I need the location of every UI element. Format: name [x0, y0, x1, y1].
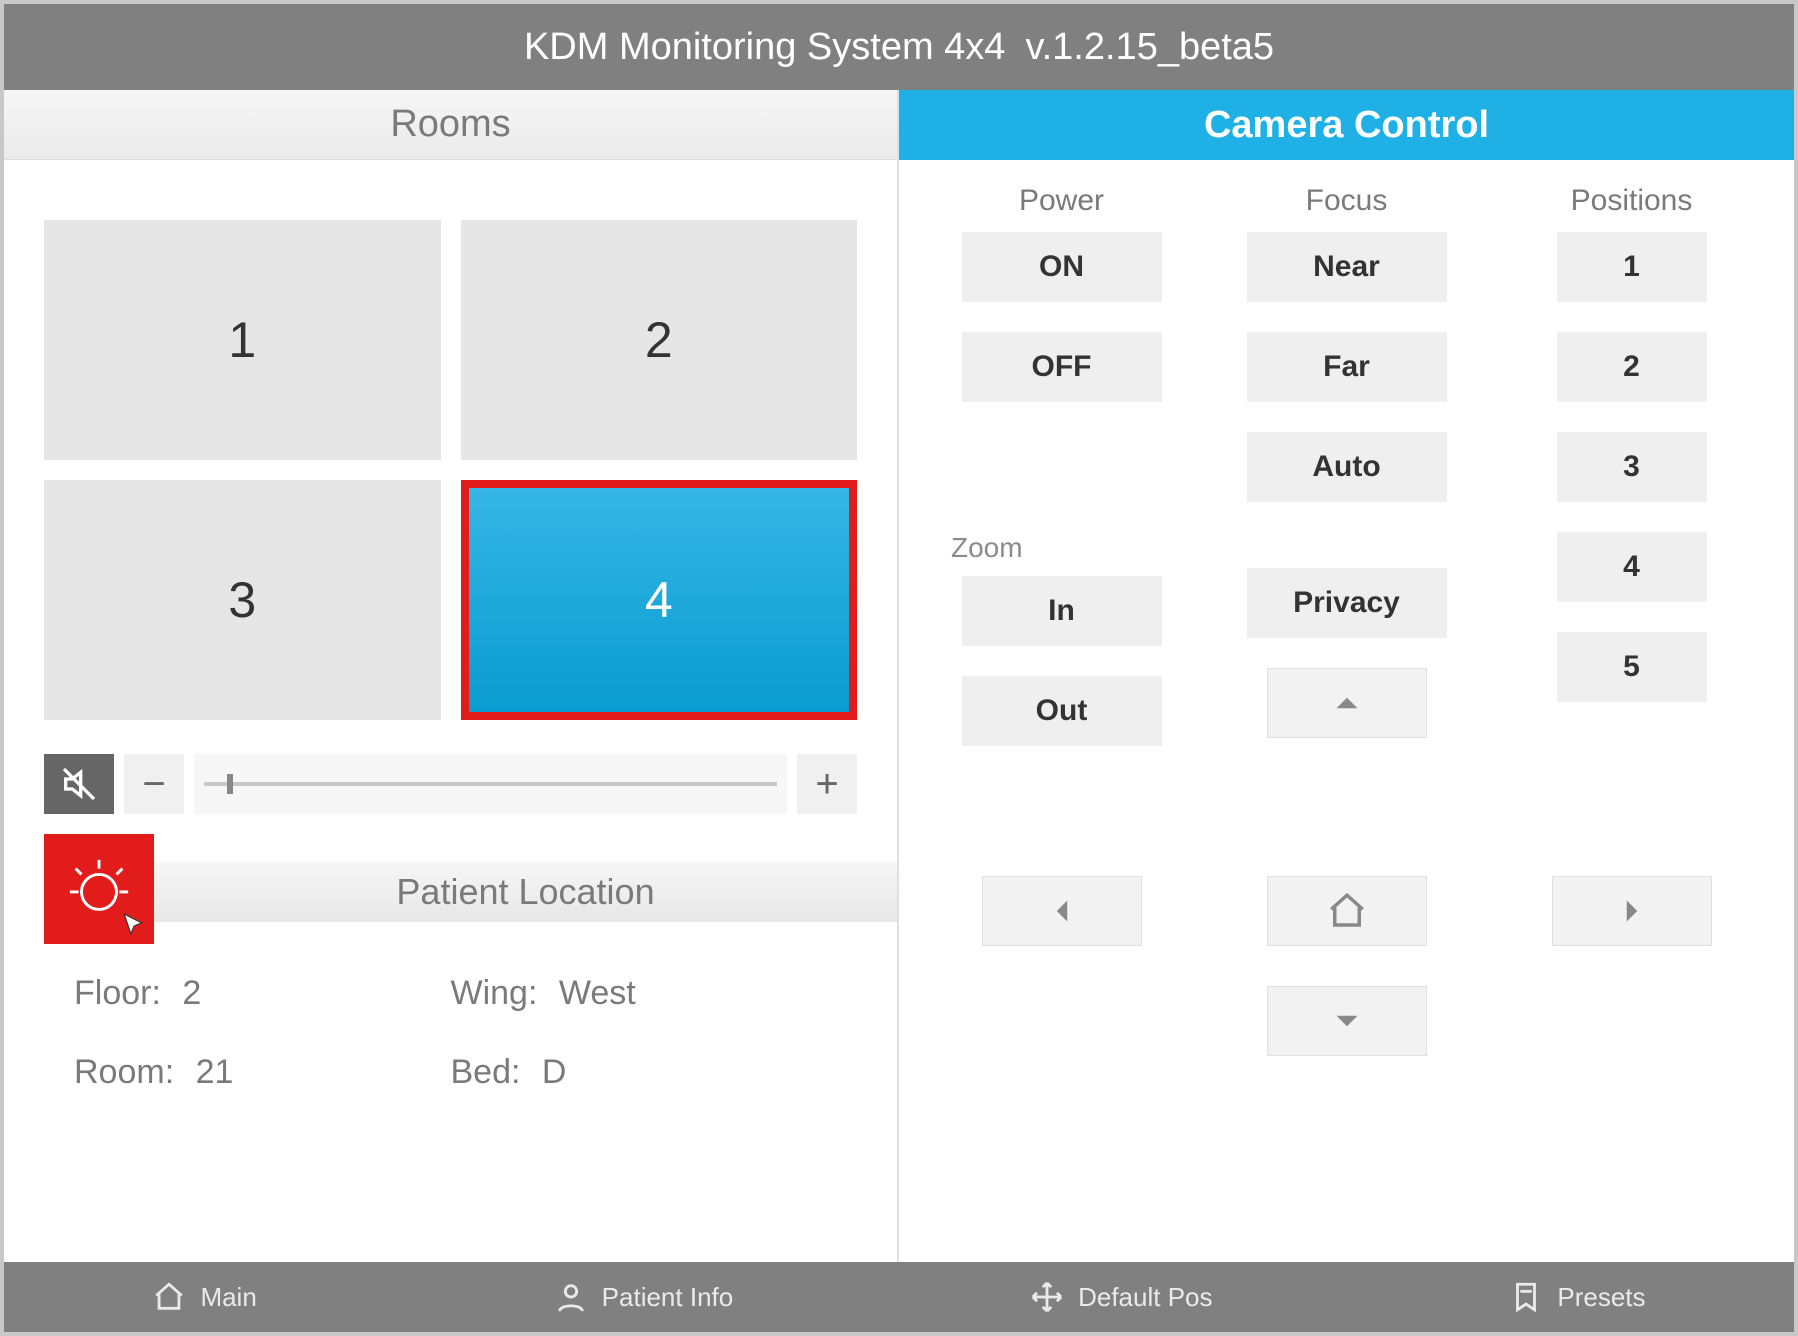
power-column: Power ON OFF Zoom In Out — [939, 184, 1184, 776]
app-version: v.1.2.15_beta5 — [1025, 26, 1274, 69]
bed-value: D — [542, 1053, 567, 1091]
camera-dpad — [939, 766, 1754, 1066]
power-title: Power — [1019, 184, 1104, 218]
room-button-4[interactable]: 4 — [461, 480, 858, 720]
speaker-muted-icon — [59, 764, 99, 804]
title-bar: KDM Monitoring System 4x4 v.1.2.15_beta5 — [4, 4, 1794, 90]
wing-field: Wing: West — [451, 974, 828, 1013]
room-label: Room: — [74, 1053, 174, 1091]
rooms-header: Rooms — [4, 90, 897, 160]
minus-icon: − — [142, 762, 165, 807]
patient-location-title: Patient Location — [154, 862, 897, 922]
nav-default-pos[interactable]: Default Pos — [1030, 1280, 1212, 1314]
bottom-nav: Main Patient Info Default Pos Presets — [4, 1262, 1794, 1332]
room-label: 2 — [645, 311, 673, 369]
camera-control-panel: Camera Control Power ON OFF Zoom In Out … — [899, 90, 1794, 1262]
alert-button[interactable] — [44, 834, 154, 944]
pan-left-button[interactable] — [982, 876, 1142, 946]
privacy-button[interactable]: Privacy — [1247, 568, 1447, 638]
power-on-button[interactable]: ON — [962, 232, 1162, 302]
position-1-button[interactable]: 1 — [1557, 232, 1707, 302]
nav-presets-label: Presets — [1557, 1282, 1645, 1313]
move-icon — [1030, 1280, 1064, 1314]
app-title: KDM Monitoring System 4x4 — [524, 26, 1006, 69]
room-label: 4 — [645, 571, 673, 629]
positions-title: Positions — [1571, 184, 1693, 218]
patient-location-header-row: Patient Location — [4, 834, 897, 944]
volume-row: − + — [4, 740, 897, 828]
nav-default-pos-label: Default Pos — [1078, 1282, 1212, 1313]
position-5-button[interactable]: 5 — [1557, 632, 1707, 702]
home-icon — [152, 1280, 186, 1314]
room-button-2[interactable]: 2 — [461, 220, 858, 460]
cursor-icon — [120, 912, 146, 938]
floor-label: Floor: — [74, 974, 161, 1012]
zoom-in-button[interactable]: In — [962, 576, 1162, 646]
volume-down-button[interactable]: − — [124, 754, 184, 814]
zoom-out-button[interactable]: Out — [962, 676, 1162, 746]
nav-patient-info-label: Patient Info — [602, 1282, 734, 1313]
room-button-1[interactable]: 1 — [44, 220, 441, 460]
nav-presets[interactable]: Presets — [1509, 1280, 1645, 1314]
room-label: 3 — [228, 571, 256, 629]
position-2-button[interactable]: 2 — [1557, 332, 1707, 402]
nav-patient-info[interactable]: Patient Info — [554, 1280, 734, 1314]
volume-thumb[interactable] — [227, 774, 233, 794]
position-4-button[interactable]: 4 — [1557, 532, 1707, 602]
volume-track — [204, 782, 777, 786]
app-frame: KDM Monitoring System 4x4 v.1.2.15_beta5… — [0, 0, 1798, 1336]
positions-column: Positions 1 2 3 4 5 — [1509, 184, 1754, 776]
home-icon — [1326, 890, 1368, 932]
zoom-label: Zoom — [951, 532, 1023, 564]
wing-label: Wing: — [451, 974, 538, 1012]
mute-button[interactable] — [44, 754, 114, 814]
power-off-button[interactable]: OFF — [962, 332, 1162, 402]
pan-down-button[interactable] — [1267, 986, 1427, 1056]
focus-title: Focus — [1306, 184, 1388, 218]
nav-main-label: Main — [200, 1282, 256, 1313]
person-icon — [554, 1280, 588, 1314]
home-position-button[interactable] — [1267, 876, 1427, 946]
bed-label: Bed: — [451, 1053, 521, 1091]
bed-field: Bed: D — [451, 1053, 828, 1092]
camera-control-body: Power ON OFF Zoom In Out Focus Near Far … — [899, 160, 1794, 1090]
chevron-up-icon — [1326, 682, 1368, 724]
nav-main[interactable]: Main — [152, 1280, 256, 1314]
wing-value: West — [559, 974, 636, 1012]
room-field: Room: 21 — [74, 1053, 451, 1092]
floor-field: Floor: 2 — [74, 974, 451, 1013]
focus-auto-button[interactable]: Auto — [1247, 432, 1447, 502]
volume-slider[interactable] — [194, 754, 787, 814]
patient-location-grid: Floor: 2 Wing: West Room: 21 Bed: D — [4, 944, 897, 1092]
bookmark-icon — [1509, 1280, 1543, 1314]
camera-control-header: Camera Control — [899, 90, 1794, 160]
room-button-3[interactable]: 3 — [44, 480, 441, 720]
chevron-left-icon — [1041, 890, 1083, 932]
volume-up-button[interactable]: + — [797, 754, 857, 814]
chevron-right-icon — [1611, 890, 1653, 932]
content-area: Rooms 1 2 3 4 − — [4, 90, 1794, 1262]
focus-near-button[interactable]: Near — [1247, 232, 1447, 302]
focus-far-button[interactable]: Far — [1247, 332, 1447, 402]
pan-right-button[interactable] — [1552, 876, 1712, 946]
rooms-panel: Rooms 1 2 3 4 − — [4, 90, 899, 1262]
chevron-down-icon — [1326, 1000, 1368, 1042]
plus-icon: + — [815, 762, 838, 807]
room-label: 1 — [228, 311, 256, 369]
focus-column: Focus Near Far Auto Privacy — [1224, 184, 1469, 776]
position-3-button[interactable]: 3 — [1557, 432, 1707, 502]
floor-value: 2 — [182, 974, 201, 1012]
rooms-grid: 1 2 3 4 — [4, 160, 897, 740]
room-value: 21 — [196, 1053, 234, 1091]
pan-up-button[interactable] — [1267, 668, 1427, 738]
